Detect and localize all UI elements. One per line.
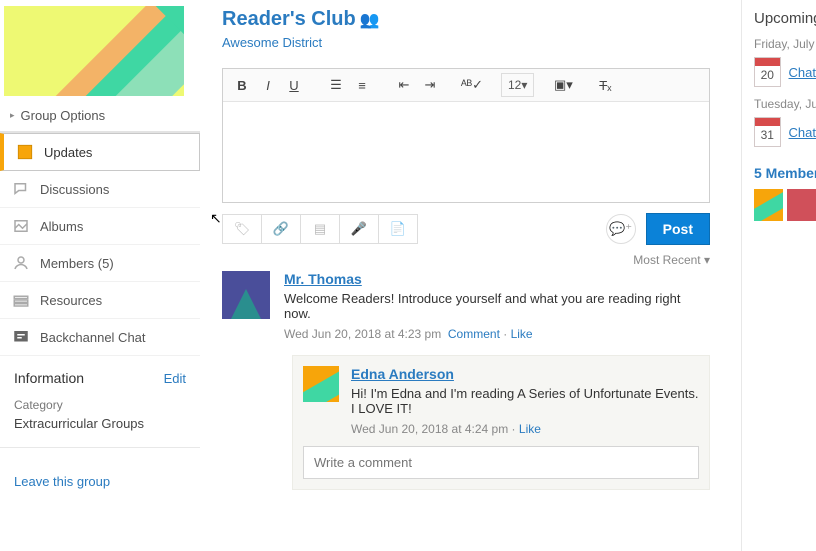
calendar-icon: 31 xyxy=(754,117,781,147)
upcoming-event-link[interactable]: Chat xyxy=(789,65,816,80)
attach-file-button[interactable]: 🏷 xyxy=(222,214,262,244)
sidebar-item-albums[interactable]: Albums xyxy=(0,208,200,245)
attach-resource-button[interactable]: ▤ xyxy=(300,214,340,244)
sidebar-item-label: Updates xyxy=(44,145,92,160)
group-banner xyxy=(4,6,184,96)
attach-audio-button[interactable]: 🎤 xyxy=(339,214,379,244)
leave-group-link[interactable]: Leave this group xyxy=(0,456,200,507)
insert-button[interactable]: ▣▾ xyxy=(550,73,576,97)
information-heading: Information xyxy=(14,370,84,386)
members-icon xyxy=(12,254,30,272)
backchannel-icon xyxy=(12,328,30,346)
like-action[interactable]: Like xyxy=(511,327,533,341)
category-value: Extracurricular Groups xyxy=(14,416,186,431)
upcoming-date: Tuesday, July xyxy=(754,97,816,111)
calendar-icon: 20 xyxy=(754,57,781,87)
group-options-dropdown[interactable]: ▸ Group Options xyxy=(0,102,200,132)
resources-icon xyxy=(12,291,30,309)
bulleted-list-button[interactable]: ☰ xyxy=(323,73,349,97)
reply-author-link[interactable]: Edna Anderson xyxy=(351,366,454,382)
chevron-right-icon: ▸ xyxy=(10,110,15,121)
group-people-icon: 👥 xyxy=(360,10,380,30)
sidebar-item-label: Albums xyxy=(40,219,83,234)
reply-timestamp: Wed Jun 20, 2018 at 4:24 pm xyxy=(351,422,508,436)
like-action[interactable]: Like xyxy=(519,422,541,436)
updates-icon xyxy=(16,143,34,161)
font-size-select[interactable]: 12 ▾ xyxy=(501,73,534,97)
sidebar-item-updates[interactable]: Updates xyxy=(0,133,200,171)
poll-button[interactable]: 💬⁺ xyxy=(606,214,636,244)
bold-button[interactable]: B xyxy=(229,73,255,97)
numbered-list-button[interactable]: ≡ xyxy=(349,73,375,97)
underline-button[interactable]: U xyxy=(281,73,307,97)
upcoming-event-link[interactable]: Chat xyxy=(789,125,816,140)
post-text: Welcome Readers! Introduce yourself and … xyxy=(284,291,710,321)
sidebar-item-members[interactable]: Members (5) xyxy=(0,245,200,282)
outdent-button[interactable]: ⇤ xyxy=(391,73,417,97)
attach-doc-button[interactable]: 📄 xyxy=(378,214,418,244)
attach-link-button[interactable]: 🔗 xyxy=(261,214,301,244)
comment-input[interactable] xyxy=(303,446,699,479)
spellcheck-button[interactable]: ᴬᴮ✓ xyxy=(459,73,485,97)
sidebar-item-resources[interactable]: Resources xyxy=(0,282,200,319)
category-label: Category xyxy=(14,398,186,412)
comment-action[interactable]: Comment xyxy=(448,327,500,341)
reply-text: Hi! I'm Edna and I'm reading A Series of… xyxy=(351,386,699,416)
member-avatar[interactable] xyxy=(754,189,783,221)
post-button[interactable]: Post xyxy=(646,213,710,245)
upcoming-heading: Upcoming xyxy=(754,10,816,27)
sidebar-item-discussions[interactable]: Discussions xyxy=(0,171,200,208)
clear-formatting-button[interactable]: Tₓ xyxy=(592,73,618,97)
discussions-icon xyxy=(12,180,30,198)
indent-button[interactable]: ⇥ xyxy=(417,73,443,97)
albums-icon xyxy=(12,217,30,235)
district-link[interactable]: Awesome District xyxy=(222,35,322,50)
members-heading[interactable]: 5 Members xyxy=(754,165,816,181)
sidebar-item-label: Resources xyxy=(40,293,102,308)
sidebar-item-backchannel[interactable]: Backchannel Chat xyxy=(0,319,200,356)
italic-button[interactable]: I xyxy=(255,73,281,97)
post-timestamp: Wed Jun 20, 2018 at 4:23 pm xyxy=(284,327,441,341)
group-options-label: Group Options xyxy=(21,108,106,123)
upcoming-date: Friday, July xyxy=(754,37,816,51)
sidebar-item-label: Backchannel Chat xyxy=(40,330,146,345)
sidebar-item-label: Discussions xyxy=(40,182,109,197)
edit-info-link[interactable]: Edit xyxy=(164,371,186,386)
avatar[interactable] xyxy=(222,271,270,319)
page-title: Reader's Club xyxy=(222,8,356,31)
post-author-link[interactable]: Mr. Thomas xyxy=(284,271,362,287)
post-editor[interactable]: B I U ☰ ≡ ⇤ ⇥ ᴬᴮ✓ 12 ▾ ▣▾ Tₓ xyxy=(222,68,710,203)
feed-sort-dropdown[interactable]: Most Recent ▾ xyxy=(633,253,710,267)
sidebar-item-label: Members (5) xyxy=(40,256,114,271)
member-avatar[interactable] xyxy=(787,189,816,221)
avatar[interactable] xyxy=(303,366,339,402)
editor-textarea[interactable] xyxy=(223,102,709,202)
